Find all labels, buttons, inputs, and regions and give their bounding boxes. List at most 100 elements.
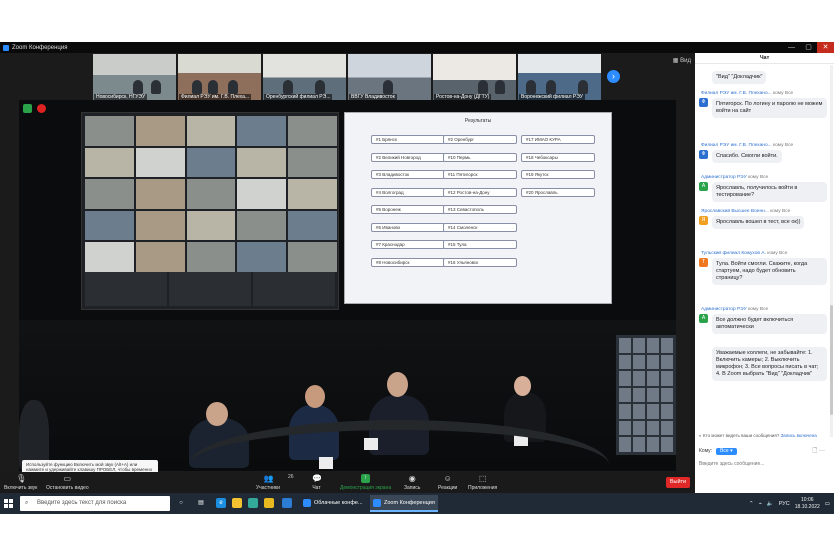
recording-icon	[37, 104, 46, 113]
share-screen-button[interactable]: ↑ Демонстрация экрана	[340, 474, 391, 491]
participant-thumbnail[interactable]: Новосибирск, НГУЭУ	[93, 54, 176, 101]
chat-message: Филиал РЭУ им. Г.В. Плехано... кому Все Ф…	[699, 91, 827, 118]
chat-icon: 💬	[312, 474, 322, 483]
avatar: А	[699, 182, 708, 191]
store-icon[interactable]	[248, 498, 258, 508]
result-item: #2 Великий Новгород	[371, 152, 445, 162]
result-item: #18 Чебоксары	[521, 152, 595, 162]
record-button[interactable]: ◉ Запись	[404, 474, 420, 491]
network-icon[interactable]: ⌁	[759, 501, 762, 507]
result-item: #16 Ульяновск	[443, 257, 517, 267]
clock[interactable]: 10:06 18.10.2022	[795, 497, 820, 511]
chat-notice: ◐ Кто может видеть ваши сообщения? Запис…	[699, 433, 817, 438]
message-text: Ярославль, получилось войти в тестирован…	[712, 182, 827, 202]
notice-text[interactable]: Кто может видеть ваши сообщения?	[703, 433, 779, 438]
more-icon[interactable]: ···	[819, 448, 825, 454]
volume-icon[interactable]: 🔈	[767, 501, 774, 507]
message-text: "Вид" "Докладчик"	[712, 71, 767, 84]
chat-panel: Чат "Вид" "Докладчик" Филиал РЭУ им. Г.В.…	[695, 53, 834, 493]
chat-messages[interactable]: "Вид" "Докладчик" Филиал РЭУ им. Г.В. Пле…	[695, 65, 829, 437]
stop-video-button[interactable]: ▭ Остановить видео	[46, 474, 89, 491]
folder-icon[interactable]	[264, 498, 274, 508]
avatar: А	[699, 314, 708, 323]
chat-scrollbar[interactable]	[830, 65, 833, 437]
view-button[interactable]: ▦ Вид	[673, 57, 691, 64]
security-shield-icon[interactable]	[23, 104, 32, 113]
recording-on-label: Запись включена	[780, 433, 817, 438]
start-button[interactable]	[4, 499, 13, 508]
message-text: Ярославль вошел в тест, все ок))	[712, 216, 805, 229]
sender-name: Тульский филиал Кожухов А.	[701, 251, 766, 256]
record-icon: ◉	[408, 474, 416, 483]
message-sender[interactable]: Ярославский Высшее Военн... кому Все	[699, 209, 827, 214]
next-page-button[interactable]: ›	[607, 70, 620, 83]
result-item: #14 Смоленск	[443, 222, 517, 232]
result-item: #12 Ростов-на-Дону	[443, 187, 517, 197]
message-text: Все должно будет включиться автоматическ…	[712, 314, 827, 334]
apps-button[interactable]: ⬚ Приложения	[468, 474, 497, 491]
file-icon[interactable]: 🗋	[813, 448, 818, 454]
chat-input[interactable]	[699, 459, 827, 469]
sender-name: Администратор РЭУ	[701, 175, 747, 180]
result-item: #5 Воронеж	[371, 205, 445, 214]
maximize-button[interactable]: ▢	[800, 42, 817, 53]
taskbar-app-zoom[interactable]: Zoom Конференция	[370, 495, 438, 512]
result-item: #13 Севастополь	[443, 205, 517, 214]
chat-message: Администратор РЭУ кому Все А Ярославль, по…	[699, 175, 827, 202]
chat-message: Филиал РЭУ им. Г.В. Плехано... кому Все Ф…	[699, 143, 827, 163]
notifications-icon[interactable]: ▭	[825, 501, 830, 507]
avatar: Я	[699, 216, 708, 225]
mail-icon[interactable]	[282, 498, 292, 508]
chat-message: Тульский филиал Кожухов А. кому Все Т Тула…	[699, 251, 827, 285]
participant-thumbnail[interactable]: ВВГУ Владивосток	[348, 54, 431, 101]
close-button[interactable]: ✕	[817, 42, 834, 53]
message-sender[interactable]: Филиал РЭУ им. Г.В. Плехано... кому Все	[699, 143, 827, 148]
microphone-muted-icon: 🎙	[16, 474, 27, 483]
task-view-icon[interactable]: ○	[176, 498, 186, 508]
recipient-value: Все	[720, 447, 729, 454]
taskbar-app-cloud[interactable]: Облачные конфе...	[300, 495, 368, 512]
result-item: #4 Волгоград	[371, 187, 445, 197]
recipient-select[interactable]: Все ▾	[716, 447, 737, 455]
person-head	[206, 402, 228, 426]
sender-name: Администратор РЭУ	[701, 307, 747, 312]
participants-button[interactable]: 👥 Участники	[256, 474, 280, 491]
leave-button[interactable]: Выйти	[666, 477, 690, 488]
result-item: #10 Пермь	[443, 152, 517, 162]
edge-icon[interactable]: e	[216, 498, 226, 508]
participants-count: 26	[288, 474, 294, 480]
chat-button[interactable]: 💬 Чат	[312, 474, 322, 491]
message-sender[interactable]: Администратор РЭУ кому Все	[699, 307, 827, 312]
result-item: #19 Якутск	[521, 170, 595, 179]
participant-thumbnail[interactable]: Воронежский филиал РЭУ	[518, 54, 601, 101]
result-item: #11 Пятигорск	[443, 170, 517, 179]
taskbar-app-label: Zoom Конференция	[384, 500, 435, 506]
participant-thumbnail[interactable]: Оренбургский филиал РЭ...	[263, 54, 346, 101]
widgets-icon[interactable]: ▤	[196, 498, 206, 508]
message-sender[interactable]: Филиал РЭУ им. Г.В. Плехано... кому Все	[699, 91, 827, 96]
recipient-label: кому Все	[772, 91, 794, 96]
video-wall: Результаты #1 Брянск #2 Оренбург #17 ИМАО …	[19, 100, 676, 320]
avatar: Т	[699, 258, 708, 267]
privacy-icon: ◐	[699, 433, 702, 438]
window-controls: — ▢ ✕	[783, 42, 834, 53]
clock-time: 10:06	[801, 496, 814, 503]
sender-name: Ярославский Высшее Военн...	[701, 209, 769, 214]
language-indicator[interactable]: РУС	[779, 501, 790, 507]
participant-thumbnail[interactable]: Ростов-на-Дону (ДГТУ)	[433, 54, 516, 101]
meeting-area: Новосибирск, НГУЭУ Филиал РЭУ им. Г.В. П…	[0, 53, 695, 493]
clock-date: 18.10.2022	[794, 503, 820, 510]
explorer-icon[interactable]	[232, 498, 242, 508]
tray-arrow-icon[interactable]: ⌃	[749, 501, 754, 507]
window-title: Zoom Конференция	[12, 44, 68, 51]
unmute-button[interactable]: 🎙 Включить звук	[4, 474, 37, 491]
reactions-icon: ☺	[443, 474, 452, 483]
result-item: #17 ИМАО КУРА	[521, 135, 595, 144]
participant-thumbnail[interactable]: Филиал РЭУ им. Г.В. Плеха...	[178, 54, 261, 101]
minimize-button[interactable]: —	[783, 42, 800, 53]
side-screen	[616, 335, 676, 455]
message-sender[interactable]: Администратор РЭУ кому Все	[699, 175, 827, 180]
message-sender[interactable]: Тульский филиал Кожухов А. кому Все	[699, 251, 827, 256]
taskbar-search[interactable]: ⌕ Введите здесь текст для поиска	[20, 496, 170, 511]
reactions-button[interactable]: ☺ Реакции	[438, 474, 457, 491]
